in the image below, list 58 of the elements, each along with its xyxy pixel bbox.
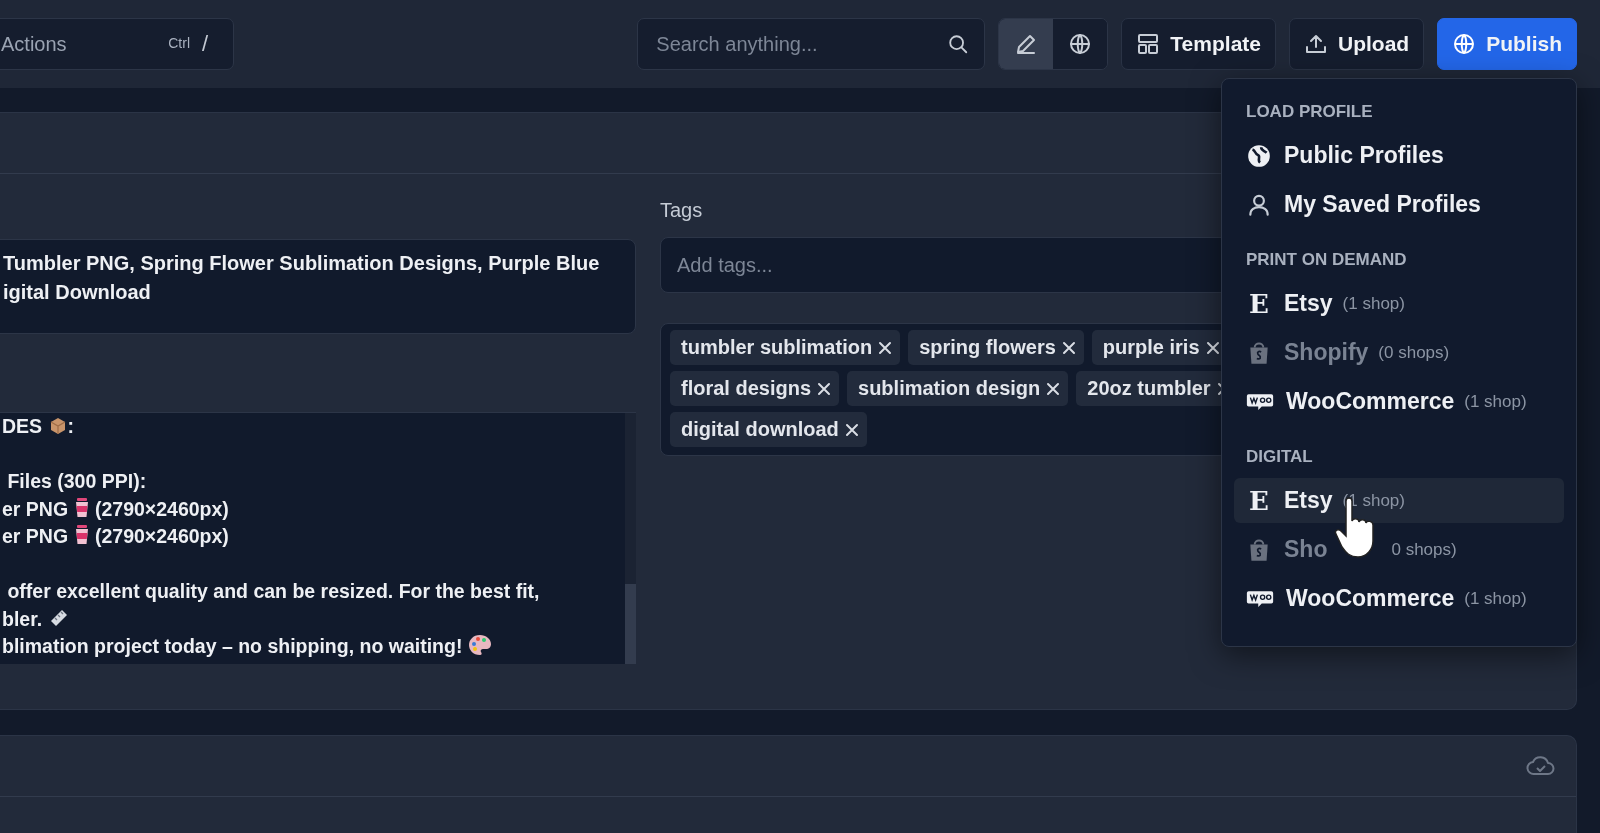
remove-tag-icon[interactable] [1061, 340, 1076, 355]
menu-item[interactable]: My Saved Profiles [1234, 182, 1564, 227]
tag-text: sublimation design [858, 377, 1041, 400]
tag-text: purple iris [1102, 336, 1200, 359]
menu-item-label: Sho [1284, 536, 1328, 563]
cup-icon [73, 524, 90, 546]
scrollbar-thumb[interactable] [625, 584, 636, 664]
description-field[interactable]: DES : Files (300 PPI): er PNG (2790×2460px) er PNG (2790×2460px) offer excellent quality and can be resized. For the best fit, bler. blimation project today – no shipping, no waiting! [0, 413, 625, 664]
tag-text: tumbler sublimation [681, 336, 873, 359]
globe-icon [1068, 32, 1093, 56]
globe-icon [1452, 32, 1477, 56]
menu-item[interactable]: WooCommerce (1 shop) [1234, 379, 1564, 424]
shortcut-key: Ctrl [168, 35, 190, 51]
template-button[interactable]: Template [1121, 18, 1276, 70]
menu-item-label: Etsy [1284, 290, 1333, 317]
remove-tag-icon[interactable] [878, 340, 893, 355]
layout-icon [1136, 32, 1161, 56]
section-heading: LOAD PROFILE [1245, 101, 1374, 123]
title-field[interactable]: Tumbler PNG, Spring Flower Sublimation Designs, Purple Blue igital Download [0, 239, 636, 334]
scrollbar[interactable] [625, 413, 636, 664]
tag-text: 20oz tumbler [1087, 377, 1211, 400]
shortcut-key: / [201, 31, 208, 57]
globe-icon [1246, 142, 1272, 169]
field-label: Tags [660, 199, 703, 223]
shop-count: (1 shop) [1464, 391, 1527, 412]
menu-item-label: Public Profiles [1284, 142, 1444, 169]
publish-button[interactable]: Publish [1437, 18, 1577, 70]
cup-icon [73, 496, 90, 519]
speech-bubble-icon [1246, 392, 1274, 411]
cloud-check-icon [1526, 754, 1556, 778]
palette-icon [467, 634, 492, 656]
tag-text: floral designs [681, 377, 812, 400]
shop-count: (0 shops) [1378, 342, 1450, 363]
menu-item-label: Etsy [1284, 487, 1333, 514]
tag-text: spring flowers [919, 336, 1056, 359]
menu-item[interactable]: Public Profiles [1234, 133, 1564, 178]
menu-item-label: WooCommerce [1286, 585, 1455, 612]
section-heading: DIGITAL [1245, 446, 1314, 468]
letter-e-icon: E [1246, 485, 1272, 516]
section-heading: PRINT ON DEMAND [1245, 249, 1408, 271]
menu-item-label: WooCommerce [1286, 388, 1455, 415]
menu-item[interactable]: WooCommerce (1 shop) [1234, 576, 1564, 621]
remove-tag-icon[interactable] [1046, 381, 1061, 396]
upload-icon [1304, 32, 1328, 56]
remove-tag-icon[interactable] [844, 422, 859, 437]
edit-toggle[interactable] [999, 19, 1054, 69]
tag-text: digital download [681, 418, 839, 441]
search-icon [947, 33, 970, 55]
upload-button[interactable]: Upload [1289, 18, 1425, 70]
menu-item-label: My Saved Profiles [1284, 191, 1481, 218]
remove-tag-icon[interactable] [1205, 340, 1220, 355]
menu-item-label: Shopify [1284, 339, 1369, 366]
shop-count: (1 shop) [1342, 293, 1405, 314]
speech-bubble-icon [1246, 589, 1274, 608]
shop-count: (1 shop) [1464, 588, 1527, 609]
search-field[interactable]: Search anything... [637, 18, 986, 70]
shop-count: 0 shops) [1391, 539, 1457, 560]
remove-tag-icon[interactable] [817, 381, 832, 396]
